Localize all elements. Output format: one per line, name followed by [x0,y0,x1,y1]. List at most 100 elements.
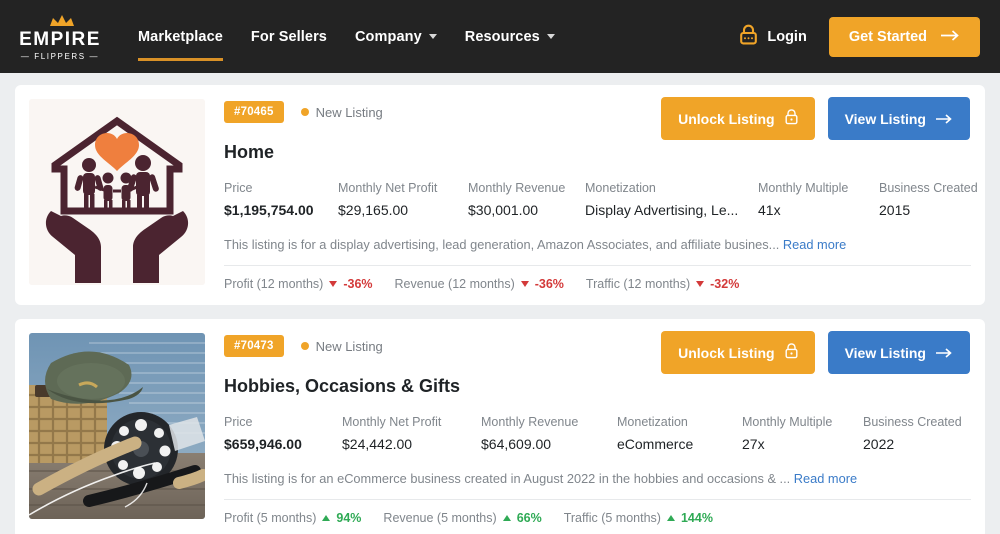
metric-label: Monthly Net Profit [338,181,438,195]
listing-description: This listing is for a display advertisin… [224,237,971,252]
nav-label: For Sellers [250,28,327,45]
listing-metrics: Price $1,195,754.00 Monthly Net Profit $… [224,181,978,218]
metric-value: $1,195,754.00 [224,202,314,218]
view-listing-button[interactable]: View Listing [827,97,970,140]
metric-price: Price $659,946.00 [224,415,342,452]
metric-value: $24,442.00 [342,436,413,452]
nav-label: Marketplace [138,28,223,45]
arrow-up-icon [322,515,331,521]
metric-value: 2015 [879,202,911,218]
metric-label: Price [224,415,253,429]
listing-stats: Profit (12 months) -36% Revenue (12 mont… [224,277,971,291]
stat-profit: Profit (12 months) -36% [224,277,373,291]
lock-icon [785,109,798,128]
listings-container: #70465 New Listing Unlock Listing View L… [0,73,1000,534]
arrow-up-icon [502,515,511,521]
stat-value: 94% [336,511,362,525]
status-dot-icon [300,342,309,350]
unlock-listing-button[interactable]: Unlock Listing [661,331,815,374]
nav-label: Company [354,28,422,45]
stat-label: Traffic (12 months) [585,277,691,291]
listing-stats: Profit (5 months) 94% Revenue (5 months)… [224,511,971,525]
arrow-up-icon [666,515,675,521]
listing-id-badge: #70465 [224,101,284,123]
metric-value: $64,609.00 [481,436,552,452]
read-more-link[interactable]: Read more [794,471,857,486]
active-underline [138,57,223,61]
metric-value: Display Advertising, Le... [585,202,739,218]
login-button[interactable]: Login [739,24,807,49]
get-started-label: Get Started [848,28,927,45]
arrow-right-icon [936,111,953,127]
metric-monthly-multiple: Monthly Multiple 41x [758,181,879,218]
metric-label: Monetization [617,415,688,429]
nav-item-for-sellers[interactable]: For Sellers [251,21,327,53]
login-label: Login [767,28,807,45]
status-badge: New Listing [300,338,383,354]
divider [224,265,971,266]
site-header: EMPIRE — FLIPPERS — Marketplace For Sell… [0,0,1000,73]
logo[interactable]: EMPIRE — FLIPPERS — [12,9,108,65]
metric-label: Business Created [879,181,978,195]
read-more-link[interactable]: Read more [783,237,846,252]
status-badge: New Listing [300,105,383,120]
metric-value: 2022 [863,436,895,452]
nav-item-marketplace[interactable]: Marketplace [138,21,223,61]
metric-monthly-revenue: Monthly Revenue $64,609.00 [481,415,617,452]
view-label: View Listing [844,344,926,361]
nav-item-company[interactable]: Company [355,21,437,53]
stat-label: Revenue (5 months) [383,511,497,525]
status-label: New Listing [315,338,383,354]
stat-traffic: Traffic (5 months) 144% [564,511,713,525]
metric-label: Price [224,181,253,195]
metric-value: $659,946.00 [224,436,302,452]
listing-details: #70465 New Listing Unlock Listing View L… [205,97,978,291]
metric-label: Monthly Revenue [468,181,566,195]
stat-label: Traffic (5 months) [563,511,661,525]
stat-label: Profit (12 months) [224,277,324,291]
metric-label: Monthly Multiple [742,415,833,429]
listing-title: Home [224,142,275,162]
view-listing-button[interactable]: View Listing [827,331,970,374]
metric-monthly-multiple: Monthly Multiple 27x [742,415,863,452]
svg-text:— FLIPPERS —: — FLIPPERS — [21,52,99,61]
lock-icon [739,24,758,49]
arrow-down-icon [520,281,529,287]
metric-value: 41x [758,202,781,218]
stat-label: Revenue (12 months) [394,277,515,291]
chevron-down-icon [428,34,437,39]
stat-label: Profit (5 months) [224,511,317,525]
metric-value: $29,165.00 [338,202,409,218]
listing-description: This listing is for an eCommerce busines… [224,471,971,486]
stat-value: -36% [534,277,564,291]
svg-text:EMPIRE: EMPIRE [19,29,101,50]
listing-card[interactable]: #70465 New Listing Unlock Listing View L… [15,85,985,305]
unlock-listing-button[interactable]: Unlock Listing [661,97,815,140]
metric-value: $30,001.00 [468,202,539,218]
nav-label: Resources [464,28,540,45]
metric-label: Business Created [863,415,962,429]
metric-label: Monetization [585,181,656,195]
metric-monetization: Monetization eCommerce [617,415,742,452]
metric-monthly-net-profit: Monthly Net Profit $24,442.00 [342,415,481,452]
stat-value: -36% [343,277,373,291]
status-dot-icon [300,108,309,116]
listing-details: #70473 New Listing Unlock Listing View L… [205,331,971,525]
listing-actions: Unlock Listing View Listing [661,331,970,374]
header-actions: Login Get Started [739,16,980,57]
listing-card[interactable]: #70473 New Listing Unlock Listing View L… [15,319,985,534]
stat-profit: Profit (5 months) 94% [224,511,361,525]
stat-value: 66% [516,511,542,525]
metric-business-created: Business Created 2015 [879,181,978,218]
nav-item-resources[interactable]: Resources [465,21,555,53]
description-text: This listing is for a display advertisin… [224,237,780,252]
stat-revenue: Revenue (12 months) -36% [395,277,564,291]
get-started-button[interactable]: Get Started [828,16,980,57]
arrow-down-icon [329,281,338,287]
metric-value: 27x [742,436,765,452]
arrow-down-icon [696,281,705,287]
unlock-label: Unlock Listing [678,344,775,361]
stat-revenue: Revenue (5 months) 66% [383,511,541,525]
metric-value: eCommerce [617,436,694,452]
listing-actions: Unlock Listing View Listing [661,97,970,140]
